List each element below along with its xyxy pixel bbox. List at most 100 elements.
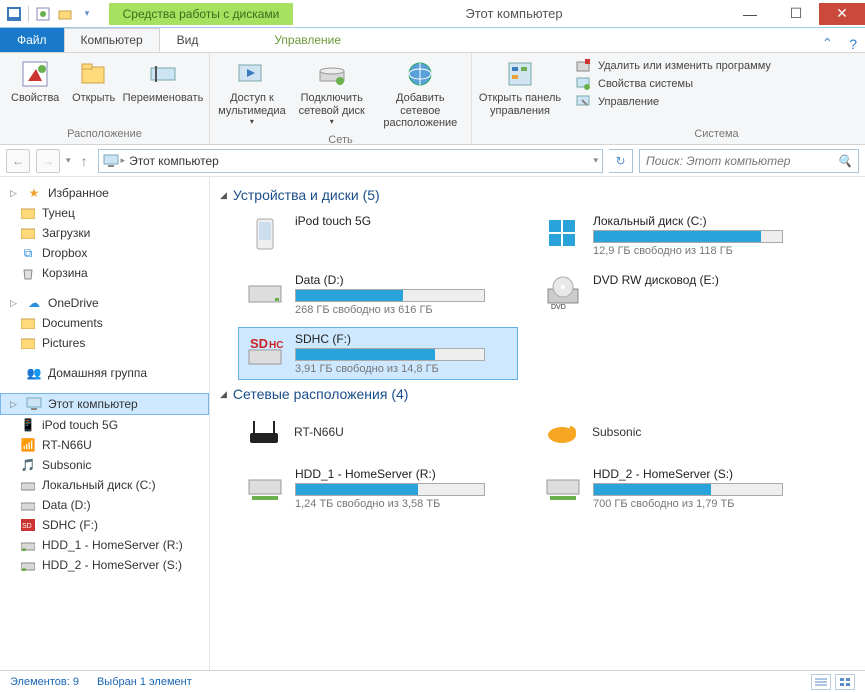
capacity-bar	[295, 289, 485, 302]
sidebar-favorites[interactable]: ▷★Избранное	[0, 183, 209, 203]
tab-view[interactable]: Вид	[160, 28, 216, 52]
map-drive-icon	[316, 58, 348, 90]
media-access-button[interactable]: Доступ к мультимедиа▾	[214, 56, 290, 132]
folder-icon	[20, 335, 36, 351]
folder-icon	[20, 205, 36, 221]
recent-dropdown-icon[interactable]: ▾	[66, 155, 71, 166]
network-location-item[interactable]: HDD_1 - HomeServer (R:)1,24 ТБ свободно …	[238, 462, 518, 515]
folder-open-icon	[78, 58, 110, 90]
computer-icon	[26, 396, 42, 412]
sidebar-onedrive[interactable]: ▷☁OneDrive	[0, 293, 209, 313]
ribbon: Свойства Открыть Переименовать Расположе…	[0, 53, 865, 145]
sidebar-item[interactable]: Тунец	[0, 203, 209, 223]
ribbon-collapse-icon[interactable]: ⌃	[813, 35, 841, 52]
drive-name: DVD RW дисковод (E:)	[593, 273, 811, 287]
network-drive-icon	[20, 557, 36, 573]
drive-name: Локальный диск (C:)	[593, 214, 811, 228]
tab-manage[interactable]: Управление	[257, 28, 358, 52]
drive-icon	[243, 273, 287, 313]
forward-button[interactable]: →	[36, 149, 60, 173]
separator	[28, 6, 29, 22]
uninstall-program-button[interactable]: Удалить или изменить программу	[576, 58, 857, 74]
dropbox-icon: ⧉	[20, 245, 36, 261]
network-location-item[interactable]: RT-N66U	[238, 408, 518, 456]
navigation-pane: ▷★Избранное Тунец Загрузки ⧉Dropbox Корз…	[0, 177, 210, 670]
open-control-panel-button[interactable]: Открыть панель управления	[476, 56, 564, 138]
tab-computer[interactable]: Компьютер	[64, 28, 160, 52]
drive-free-text: 268 ГБ свободно из 616 ГБ	[295, 304, 513, 316]
breadcrumb[interactable]: ▸ Этот компьютер ▾	[98, 149, 603, 173]
drive-icon: SDHC	[243, 332, 287, 372]
qat-dropdown-icon[interactable]: ▾	[79, 6, 95, 22]
drive-item[interactable]: Локальный диск (C:)12,9 ГБ свободно из 1…	[536, 209, 816, 262]
open-button[interactable]: Открыть	[68, 56, 119, 126]
svg-text:DVD: DVD	[551, 304, 566, 311]
network-location-item[interactable]: HDD_2 - HomeServer (S:)700 ГБ свободно и…	[536, 462, 816, 515]
content-pane: ◢Устройства и диски (5) iPod touch 5G Лок…	[210, 177, 865, 670]
device-icon: 📱	[20, 417, 36, 433]
sidebar-item[interactable]: HDD_2 - HomeServer (S:)	[0, 555, 209, 575]
map-drive-button[interactable]: Подключить сетевой диск▾	[292, 56, 372, 132]
section-network[interactable]: ◢Сетевые расположения (4)	[220, 380, 855, 408]
sidebar-item[interactable]: Корзина	[0, 263, 209, 283]
window-title: Этот компьютер	[301, 6, 727, 21]
sidebar-item[interactable]: ⧉Dropbox	[0, 243, 209, 263]
search-input[interactable]	[646, 154, 837, 168]
network-location-name: RT-N66U	[294, 425, 344, 439]
svg-text:SD: SD	[22, 523, 32, 530]
group-label-network: Сеть	[214, 132, 467, 148]
svg-text:SD: SD	[250, 336, 268, 351]
sidebar-item[interactable]: SDSDHC (F:)	[0, 515, 209, 535]
network-location-icon	[540, 412, 584, 452]
up-button[interactable]: ↑	[77, 153, 92, 169]
manage-icon	[576, 94, 592, 110]
sidebar-item[interactable]: Загрузки	[0, 223, 209, 243]
drive-item[interactable]: DVD DVD RW дисковод (E:)	[536, 268, 816, 321]
breadcrumb-dropdown-icon[interactable]: ▾	[593, 155, 598, 166]
close-button[interactable]: ✕	[819, 3, 865, 25]
help-icon[interactable]: ?	[841, 36, 865, 52]
sidebar-thispc[interactable]: ▷Этот компьютер	[0, 393, 209, 415]
network-location-item[interactable]: Subsonic	[536, 408, 816, 456]
sidebar-item[interactable]: Documents	[0, 313, 209, 333]
sidebar-item[interactable]: 📶RT-N66U	[0, 435, 209, 455]
system-properties-button[interactable]: Свойства системы	[576, 76, 857, 92]
drive-item[interactable]: SDHCSDHC (F:)3,91 ГБ свободно из 14,8 ГБ	[238, 327, 518, 380]
drive-item[interactable]: iPod touch 5G	[238, 209, 518, 262]
minimize-button[interactable]: —	[727, 3, 773, 25]
app-icon	[6, 6, 22, 22]
search-icon: 🔍	[837, 154, 852, 168]
rename-button[interactable]: Переименовать	[121, 56, 205, 126]
refresh-button[interactable]: ↻	[609, 149, 633, 173]
capacity-bar	[295, 348, 485, 361]
drive-item[interactable]: Data (D:)268 ГБ свободно из 616 ГБ	[238, 268, 518, 321]
search-box[interactable]: 🔍	[639, 149, 859, 173]
back-button[interactable]: ←	[6, 149, 30, 173]
sidebar-item[interactable]: HDD_1 - HomeServer (R:)	[0, 535, 209, 555]
icons-view-button[interactable]	[835, 674, 855, 690]
sidebar-item[interactable]: 🎵Subsonic	[0, 455, 209, 475]
sidebar-item[interactable]: Data (D:)	[0, 495, 209, 515]
section-devices[interactable]: ◢Устройства и диски (5)	[220, 181, 855, 209]
context-tab-label: Средства работы с дисками	[109, 3, 294, 25]
properties-icon	[19, 58, 51, 90]
globe-icon	[404, 58, 436, 90]
new-folder-qat-icon[interactable]	[57, 6, 73, 22]
properties-button[interactable]: Свойства	[4, 56, 66, 126]
manage-button[interactable]: Управление	[576, 94, 857, 110]
sidebar-item[interactable]: Pictures	[0, 333, 209, 353]
tab-file[interactable]: Файл	[0, 28, 64, 52]
details-view-button[interactable]	[811, 674, 831, 690]
group-label-location: Расположение	[4, 126, 205, 142]
add-network-location-button[interactable]: Добавить сетевое расположение	[374, 56, 467, 132]
sdhc-icon: SD	[20, 517, 36, 533]
sidebar-homegroup[interactable]: ▷👥Домашняя группа	[0, 363, 209, 383]
device-icon: 📶	[20, 437, 36, 453]
network-location-icon	[243, 467, 287, 507]
sidebar-item[interactable]: 📱iPod touch 5G	[0, 415, 209, 435]
breadcrumb-segment[interactable]: Этот компьютер	[129, 154, 219, 168]
sidebar-item[interactable]: Локальный диск (C:)	[0, 475, 209, 495]
status-selected: Выбран 1 элемент	[97, 676, 192, 688]
properties-qat-icon[interactable]	[35, 6, 51, 22]
maximize-button[interactable]: ☐	[773, 3, 819, 25]
